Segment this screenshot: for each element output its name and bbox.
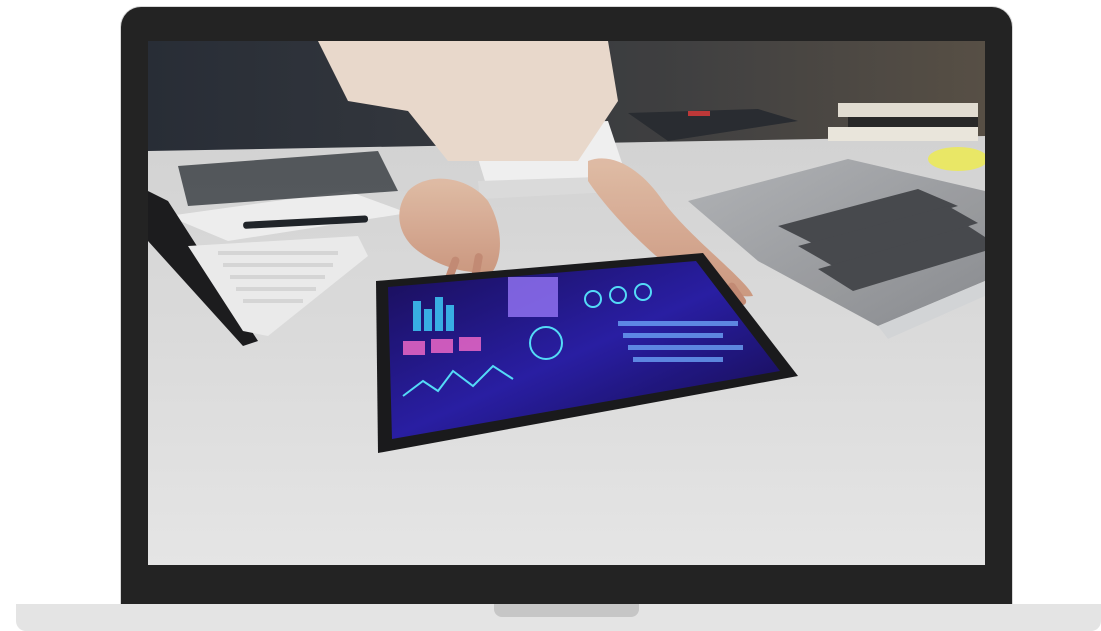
laptop-screen — [148, 41, 985, 565]
desk-photo — [148, 41, 985, 565]
laptop-notch — [494, 604, 639, 617]
